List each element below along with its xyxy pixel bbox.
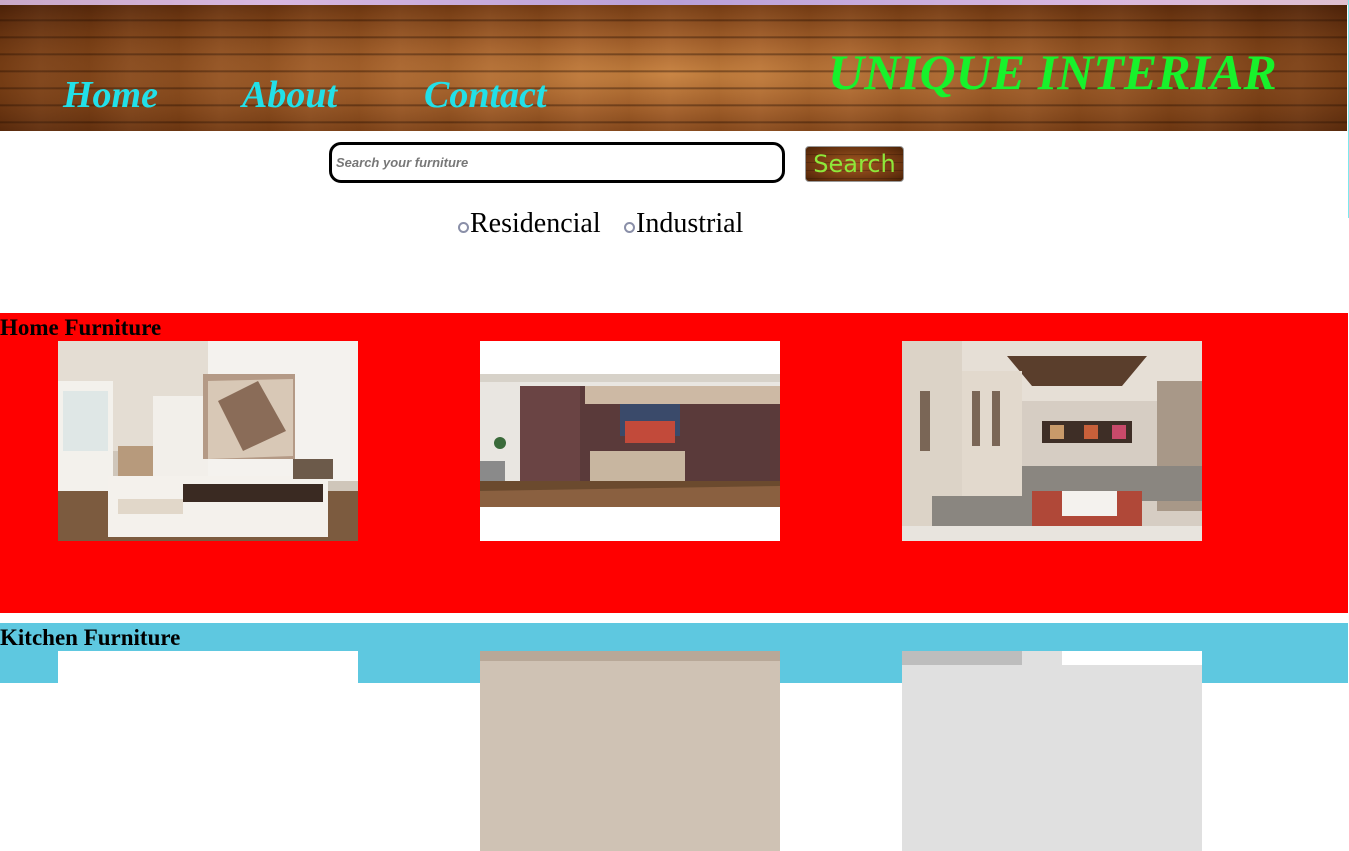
kitchen-image-2 [480, 651, 780, 851]
radio-circle-icon[interactable] [624, 222, 635, 233]
radio-residencial-label: Residencial [470, 208, 601, 239]
radio-industrial-label: Industrial [636, 208, 744, 239]
section-title: Kitchen Furniture [0, 625, 181, 650]
radio-industrial[interactable]: Industrial [624, 208, 743, 240]
brand-title: UNIQUE INTERIAR [828, 44, 1277, 100]
kitchen-image-1 [58, 651, 358, 851]
nav-contact-link[interactable]: Contact [424, 73, 546, 117]
search-button[interactable]: Search [805, 146, 904, 182]
header-banner: Home About Contact UNIQUE INTERIAR [0, 5, 1347, 131]
section-title: Home Furniture [0, 315, 162, 340]
kitchen-image-3 [902, 651, 1202, 851]
home-furniture-section: Home Furniture [0, 313, 1348, 613]
living-room-image [902, 341, 1202, 541]
radio-circle-icon[interactable] [458, 222, 469, 233]
kitchen-furniture-section: Kitchen Furniture [0, 623, 1348, 851]
radio-residencial[interactable]: Residencial [458, 208, 601, 240]
tv-unit-image [58, 341, 358, 541]
nav-about-link[interactable]: About [242, 73, 337, 117]
nav-home-link[interactable]: Home [63, 73, 158, 117]
wardrobe-image [480, 341, 780, 541]
search-input[interactable] [329, 142, 785, 183]
